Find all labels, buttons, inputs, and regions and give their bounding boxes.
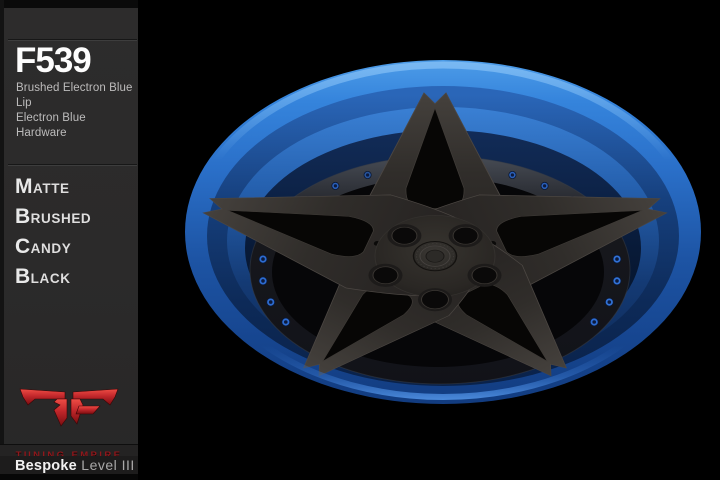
page: F539 Brushed Electron Blue Lip Electron … <box>0 0 720 480</box>
finish-option-matte: MATTE <box>15 172 91 202</box>
finish-description: Brushed Electron Blue Lip Electron Blue … <box>16 81 138 141</box>
finish-line: Brushed Electron Blue <box>16 81 138 96</box>
panel-bottom-strip <box>0 474 138 480</box>
series-name: Bespoke <box>15 458 77 474</box>
tuning-empire-logo <box>19 386 119 430</box>
series-band: Bespoke Level III <box>0 456 138 474</box>
tf-logo-icon <box>19 386 119 430</box>
divider <box>8 164 137 166</box>
info-panel: F539 Brushed Electron Blue Lip Electron … <box>0 0 138 480</box>
finish-line: Electron Blue Hardware <box>16 111 138 141</box>
finish-option-black: BLACK <box>15 262 91 292</box>
brand-name-band: TUNING EMPIRE <box>0 445 138 456</box>
series-level: Level III <box>81 457 135 473</box>
center-cap <box>414 242 457 271</box>
finish-options-list: MATTE BRUSHED CANDY BLACK <box>15 172 91 292</box>
finish-option-brushed: BRUSHED <box>15 202 91 232</box>
finish-line: Lip <box>16 96 138 111</box>
model-title: F539 <box>15 44 91 78</box>
finish-option-candy: CANDY <box>15 232 91 262</box>
